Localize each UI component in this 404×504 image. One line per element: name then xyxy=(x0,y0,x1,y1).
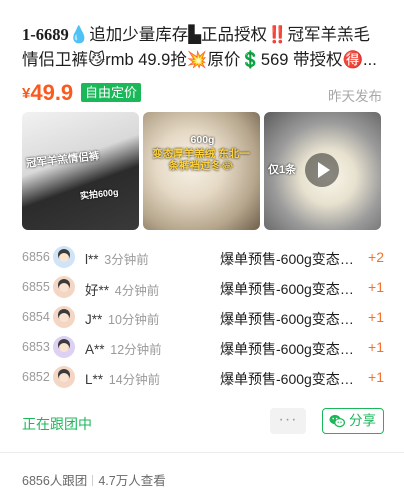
more-button[interactable]: ··· xyxy=(270,408,306,434)
post-time: 昨天发布 xyxy=(328,89,382,104)
order-quantity: +1 xyxy=(368,339,384,355)
avatar xyxy=(53,306,75,328)
buyer-nick: l** xyxy=(85,252,99,267)
image-caption: 600g xyxy=(190,134,215,146)
order-quantity: +1 xyxy=(368,279,384,295)
play-icon[interactable] xyxy=(305,153,339,187)
avatar xyxy=(53,336,75,358)
buyer-name: l** 3分钟前 xyxy=(85,249,149,268)
order-row[interactable]: 6855 好** 4分钟前 爆单预售-600g变态厚羊羔绒 +1 xyxy=(22,274,384,304)
share-label: 分享 xyxy=(349,413,376,428)
title-line-2: 情侣卫裤😼rmb 49.9抢💥原价💲569 带授权🉐... xyxy=(22,51,377,69)
buyer-nick: J** xyxy=(85,312,103,327)
buyer-name: L** 14分钟前 xyxy=(85,369,160,388)
action-row: 正在跟团中 ··· 分享 xyxy=(22,408,384,436)
group-buy-card[interactable]: 1-6689💧追加少量库存▙正品授权‼️冠军羊羔毛 情侣卫裤😼rmb 49.9抢… xyxy=(0,0,404,504)
order-index: 6854 xyxy=(22,310,50,324)
order-row[interactable]: 6853 A** 12分钟前 爆单预售-600g变态厚羊羔绒 +1 xyxy=(22,334,384,364)
buyer-name: J** 10分钟前 xyxy=(85,309,159,328)
image-caption: 仅1条 xyxy=(268,164,297,176)
group-status: 正在跟团中 xyxy=(22,416,92,432)
free-pricing-badge: 自由定价 xyxy=(81,83,142,102)
order-item: 爆单预售-600g变态厚羊羔绒 xyxy=(220,341,362,357)
image-gallery: 冠军羊羔情侣裤 实拍600g 600g 变态厚羊羔绒 东北一条裤裆过冬😂 仅1条 xyxy=(22,112,382,230)
stats: 6856人跟团 4.7万人查看 xyxy=(22,470,166,489)
image-caption: 冠军羊羔情侣裤 xyxy=(25,150,100,170)
price-row: ¥49.9 自由定价 昨天发布 xyxy=(22,80,382,106)
image-caption-secondary: 实拍600g xyxy=(79,187,119,201)
order-list: 6856 l** 3分钟前 爆单预售-600g变态厚羊羔绒 +2 6855 好*… xyxy=(22,244,384,394)
order-index: 6853 xyxy=(22,340,50,354)
buyer-name: A** 12分钟前 xyxy=(85,339,162,358)
order-time: 10分钟前 xyxy=(108,313,160,327)
order-item: 爆单预售-600g变态厚羊羔绒 xyxy=(220,371,362,387)
order-row[interactable]: 6854 J** 10分钟前 爆单预售-600g变态厚羊羔绒 +1 xyxy=(22,304,384,334)
wechat-icon xyxy=(329,414,345,428)
buyer-name: 好** 4分钟前 xyxy=(85,279,159,299)
views-count: 4.7万人查看 xyxy=(98,474,166,488)
order-quantity: +1 xyxy=(368,369,384,385)
order-time: 4分钟前 xyxy=(114,284,160,298)
order-item: 爆单预售-600g变态厚羊羔绒 xyxy=(220,251,362,267)
title-serial: 1-6689 xyxy=(22,25,69,44)
avatar xyxy=(53,366,75,388)
order-index: 6855 xyxy=(22,280,50,294)
order-row[interactable]: 6856 l** 3分钟前 爆单预售-600g变态厚羊羔绒 +2 xyxy=(22,244,384,274)
followers-count: 6856人跟团 xyxy=(22,474,88,488)
post-title[interactable]: 1-6689💧追加少量库存▙正品授权‼️冠军羊羔毛 情侣卫裤😼rmb 49.9抢… xyxy=(22,22,382,72)
product-video-3[interactable]: 仅1条 xyxy=(264,112,381,230)
divider xyxy=(0,452,404,453)
buyer-nick: A** xyxy=(85,342,105,357)
order-time: 14分钟前 xyxy=(108,373,161,387)
order-index: 6856 xyxy=(22,250,50,264)
order-quantity: +1 xyxy=(368,309,384,325)
price: ¥49.9 xyxy=(22,80,73,106)
avatar xyxy=(53,246,75,268)
avatar xyxy=(53,276,75,298)
order-row[interactable]: 6852 L** 14分钟前 爆单预售-600g变态厚羊羔绒 +1 xyxy=(22,364,384,394)
product-image-1[interactable]: 冠军羊羔情侣裤 实拍600g xyxy=(22,112,139,230)
buyer-nick: L** xyxy=(85,372,104,387)
order-time: 3分钟前 xyxy=(104,253,149,267)
order-item: 爆单预售-600g变态厚羊羔绒 xyxy=(220,281,362,297)
share-button[interactable]: 分享 xyxy=(322,408,384,434)
title-line-1: 1-6689💧追加少量库存▙正品授权‼️冠军羊羔毛 xyxy=(22,22,382,48)
order-item: 爆单预售-600g变态厚羊羔绒 xyxy=(220,311,362,327)
order-index: 6852 xyxy=(22,370,50,384)
order-time: 12分钟前 xyxy=(110,343,162,357)
order-quantity: +2 xyxy=(368,249,384,265)
stats-separator xyxy=(92,475,94,486)
image-caption-secondary: 变态厚羊羔绒 东北一条裤裆过冬😂 xyxy=(152,148,250,172)
price-amount: 49.9 xyxy=(30,80,74,105)
buyer-nick: 好** xyxy=(85,283,110,298)
title-text-1: 💧追加少量库存▙正品授权‼️冠军羊羔毛 xyxy=(68,26,371,44)
product-image-2[interactable]: 600g 变态厚羊羔绒 东北一条裤裆过冬😂 xyxy=(143,112,260,230)
